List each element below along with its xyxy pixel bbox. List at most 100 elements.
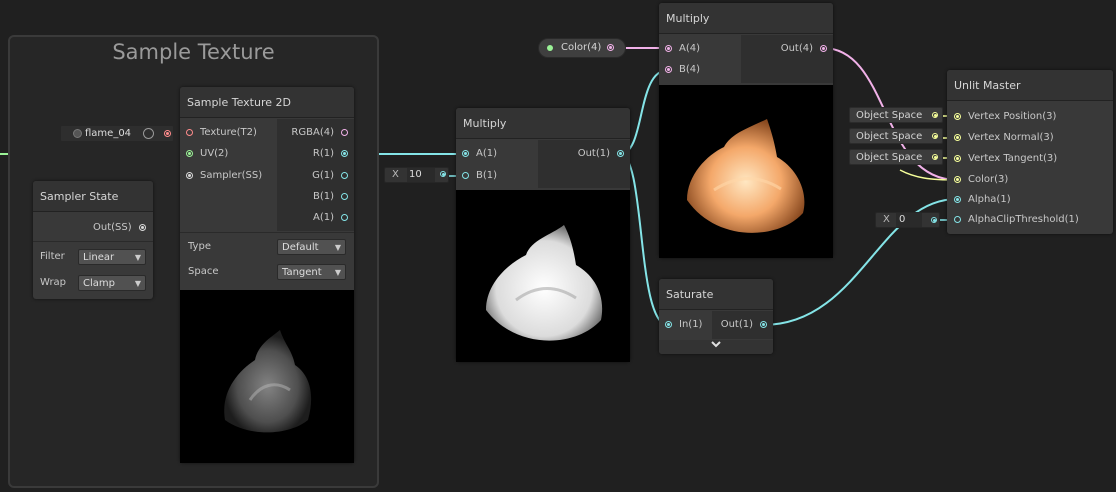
node-multiply-top[interactable]: Multiply A(4) B(4) Out(4) bbox=[659, 3, 833, 258]
port-dot[interactable] bbox=[665, 321, 672, 328]
port-r[interactable]: R(1) bbox=[313, 145, 348, 163]
wrap-dropdown[interactable]: Clamp ▼ bbox=[78, 275, 146, 291]
chevron-down-icon bbox=[711, 341, 721, 348]
port-dot[interactable] bbox=[440, 171, 446, 177]
port-dot[interactable] bbox=[954, 113, 961, 120]
node-preview bbox=[180, 290, 354, 463]
texture-property-port[interactable] bbox=[164, 130, 171, 137]
port-texture[interactable]: Texture(T2) bbox=[186, 124, 257, 142]
divider bbox=[180, 232, 354, 233]
wrap-label: Wrap bbox=[40, 277, 67, 288]
port-uv[interactable]: UV(2) bbox=[186, 145, 228, 163]
node-title[interactable]: Sample Texture 2D bbox=[180, 87, 354, 118]
divider bbox=[33, 241, 153, 242]
space-label: Space bbox=[188, 266, 219, 277]
port-out-ss[interactable]: Out(SS) bbox=[93, 219, 148, 237]
port-rgba[interactable]: RGBA(4) bbox=[291, 124, 348, 142]
node-multiply-mid[interactable]: Multiply A(1) B(1) Out(1) bbox=[456, 108, 630, 362]
port-dot[interactable] bbox=[665, 45, 672, 52]
texture-property-field[interactable]: flame_04 bbox=[60, 125, 174, 142]
port-dot[interactable] bbox=[931, 217, 937, 223]
port-dot[interactable] bbox=[932, 112, 938, 118]
multiply-b-field[interactable]: X 10 bbox=[384, 167, 449, 183]
port-dot[interactable] bbox=[932, 133, 938, 139]
object-picker-icon[interactable] bbox=[143, 128, 154, 139]
port-dot[interactable] bbox=[139, 224, 146, 231]
port-out[interactable]: Out(1) bbox=[721, 316, 767, 334]
port-vertex-tangent[interactable]: Vertex Tangent(3) bbox=[954, 150, 1057, 168]
type-dropdown[interactable]: Default ▼ bbox=[277, 239, 346, 255]
type-label: Type bbox=[188, 241, 211, 252]
chevron-down-icon: ▼ bbox=[334, 268, 341, 277]
port-alpha-clip-threshold[interactable]: AlphaClipThreshold(1) bbox=[954, 211, 1079, 229]
port-out[interactable]: Out(4) bbox=[781, 40, 827, 58]
chevron-down-icon: ▼ bbox=[134, 253, 141, 262]
object-space-tag-2[interactable]: Object Space bbox=[849, 128, 943, 144]
port-in[interactable]: In(1) bbox=[665, 316, 702, 334]
port-a[interactable]: A(1) bbox=[462, 145, 497, 163]
port-dot[interactable] bbox=[954, 216, 961, 223]
preview-flame-orange bbox=[687, 119, 805, 233]
space-dropdown[interactable]: Tangent ▼ bbox=[277, 264, 346, 280]
port-out[interactable]: Out(1) bbox=[578, 145, 624, 163]
port-dot[interactable] bbox=[760, 321, 767, 328]
value-input[interactable]: 10 bbox=[407, 168, 435, 182]
node-unlit-master[interactable]: Unlit Master Vertex Position(3) Vertex N… bbox=[947, 70, 1113, 234]
node-title[interactable]: Multiply bbox=[456, 108, 630, 139]
port-b[interactable]: B(1) bbox=[313, 188, 348, 206]
port-b[interactable]: B(1) bbox=[462, 167, 497, 185]
port-sampler[interactable]: Sampler(SS) bbox=[186, 167, 262, 185]
color-property-port[interactable] bbox=[607, 44, 614, 51]
port-dot[interactable] bbox=[954, 134, 961, 141]
filter-dropdown[interactable]: Linear ▼ bbox=[78, 249, 146, 265]
texture-name: flame_04 bbox=[85, 128, 132, 139]
preview-flame-white bbox=[486, 225, 603, 341]
port-dot bbox=[547, 45, 553, 51]
port-dot[interactable] bbox=[341, 150, 348, 157]
object-space-tag-1[interactable]: Object Space bbox=[849, 107, 943, 123]
port-dot[interactable] bbox=[820, 45, 827, 52]
port-dot[interactable] bbox=[341, 172, 348, 179]
port-dot[interactable] bbox=[617, 150, 624, 157]
color-property[interactable]: Color(4) bbox=[538, 38, 626, 58]
node-title[interactable]: Unlit Master bbox=[947, 70, 1113, 101]
port-vertex-position[interactable]: Vertex Position(3) bbox=[954, 108, 1056, 126]
port-dot[interactable] bbox=[462, 150, 469, 157]
port-dot[interactable] bbox=[341, 129, 348, 136]
port-dot[interactable] bbox=[186, 172, 193, 179]
port-vertex-normal[interactable]: Vertex Normal(3) bbox=[954, 129, 1054, 147]
node-sampler-state[interactable]: Sampler State Out(SS) Filter Linear ▼ Wr… bbox=[33, 181, 153, 299]
node-title[interactable]: Multiply bbox=[659, 3, 833, 34]
port-dot[interactable] bbox=[186, 129, 193, 136]
port-a[interactable]: A(1) bbox=[313, 209, 348, 227]
port-b[interactable]: B(4) bbox=[665, 61, 700, 79]
port-dot[interactable] bbox=[954, 196, 961, 203]
port-dot[interactable] bbox=[186, 150, 193, 157]
node-title[interactable]: Saturate bbox=[659, 279, 773, 310]
node-sample-texture-2d[interactable]: Sample Texture 2D Texture(T2) UV(2) Samp… bbox=[180, 87, 354, 463]
axis-label: X bbox=[883, 214, 890, 225]
port-dot[interactable] bbox=[341, 193, 348, 200]
texture-icon bbox=[73, 129, 82, 138]
value-input[interactable]: 0 bbox=[896, 213, 922, 227]
port-dot[interactable] bbox=[932, 154, 938, 160]
port-dot[interactable] bbox=[665, 66, 672, 73]
port-a[interactable]: A(4) bbox=[665, 40, 700, 58]
node-saturate[interactable]: Saturate In(1) Out(1) bbox=[659, 279, 773, 354]
port-dot[interactable] bbox=[954, 155, 961, 162]
port-alpha[interactable]: Alpha(1) bbox=[954, 191, 1011, 209]
port-color[interactable]: Color(3) bbox=[954, 171, 1008, 189]
node-preview bbox=[659, 85, 833, 258]
expand-button[interactable] bbox=[659, 340, 773, 354]
group-title[interactable]: Sample Texture bbox=[10, 37, 377, 64]
chevron-down-icon: ▼ bbox=[334, 243, 341, 252]
port-dot[interactable] bbox=[954, 176, 961, 183]
axis-label: X bbox=[392, 169, 399, 180]
object-space-tag-3[interactable]: Object Space bbox=[849, 149, 943, 165]
port-dot[interactable] bbox=[341, 214, 348, 221]
node-title[interactable]: Sampler State bbox=[33, 181, 153, 212]
chevron-down-icon: ▼ bbox=[134, 279, 141, 288]
port-dot[interactable] bbox=[462, 172, 469, 179]
port-g[interactable]: G(1) bbox=[312, 167, 348, 185]
alpha-clip-field[interactable]: X 0 bbox=[875, 212, 940, 228]
